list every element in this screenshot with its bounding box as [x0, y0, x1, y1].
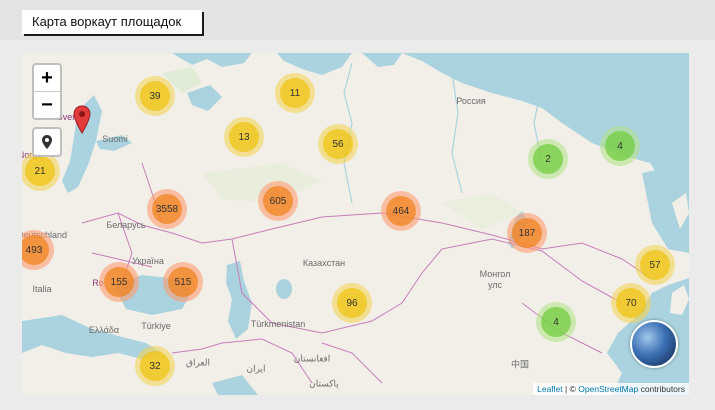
marker-cluster[interactable]: 187	[507, 213, 547, 253]
attribution-separator: | ©	[562, 384, 579, 394]
marker-cluster[interactable]: 155	[99, 262, 139, 302]
cluster-count: 4	[605, 131, 635, 161]
label-rossiya: Россия	[456, 96, 486, 106]
cluster-count: 3558	[152, 194, 182, 224]
marker-cluster[interactable]: 70	[611, 283, 651, 323]
cluster-count: 4	[541, 307, 571, 337]
label-ukraina: Україна	[132, 256, 164, 266]
marker-cluster[interactable]: 32	[135, 346, 175, 386]
marker-cluster[interactable]: 605	[258, 181, 298, 221]
cluster-count: 464	[386, 196, 416, 226]
label-suomi: Suomi	[102, 134, 128, 144]
label-turkiye: Türkiye	[141, 321, 171, 331]
cluster-count: 605	[263, 186, 293, 216]
marker-cluster[interactable]: 11	[275, 73, 315, 113]
marker-cluster[interactable]: 39	[135, 76, 175, 116]
marker-cluster[interactable]: 2	[528, 139, 568, 179]
page-title: Карта воркаут площадок	[22, 10, 202, 34]
marker-cluster[interactable]: 4	[600, 126, 640, 166]
cluster-count: 515	[168, 267, 198, 297]
label-mongol: Монгол	[479, 269, 511, 279]
label-belarus: Беларусь	[106, 220, 146, 230]
marker-cluster[interactable]: 56	[318, 124, 358, 164]
zoom-in-button[interactable]: +	[34, 65, 60, 91]
marker-cluster[interactable]: 515	[163, 262, 203, 302]
marker-cluster[interactable]: 96	[332, 283, 372, 323]
cluster-count: 2	[533, 144, 563, 174]
location-pin-icon	[42, 135, 52, 149]
marker-cluster[interactable]: 464	[381, 191, 421, 231]
marker-cluster[interactable]: 4	[536, 302, 576, 342]
openstreetmap-link[interactable]: OpenStreetMap	[578, 384, 638, 394]
label-zhongguo: 中国	[510, 359, 530, 370]
leaflet-link[interactable]: Leaflet	[537, 384, 563, 394]
map-attribution: Leaflet | © OpenStreetMap contributors	[533, 383, 689, 395]
cluster-count: 39	[140, 81, 170, 111]
map-view[interactable]: Россия Suomi Sverige Norge Беларусь Укра…	[22, 53, 689, 395]
map-pin-icon[interactable]	[73, 105, 91, 135]
cluster-count: 56	[323, 129, 353, 159]
cluster-count: 21	[25, 156, 55, 186]
label-italia: Italia	[32, 284, 52, 294]
satellite-globe-button[interactable]	[630, 320, 678, 368]
label-turkmenistan: Türkmenistan	[250, 319, 306, 329]
cluster-count: 11	[280, 78, 310, 108]
locate-button[interactable]	[32, 127, 62, 157]
cluster-count: 57	[640, 250, 670, 280]
zoom-control: + −	[32, 63, 62, 120]
zoom-out-button[interactable]: −	[34, 91, 60, 118]
cluster-count: 155	[104, 267, 134, 297]
label-iraq: العراق	[185, 357, 211, 368]
cluster-count: 493	[22, 235, 49, 265]
marker-cluster[interactable]: 13	[224, 117, 264, 157]
label-kazakhstan: Казахстан	[302, 258, 346, 268]
label-ellada: Ελλάδα	[88, 325, 120, 335]
cluster-count: 13	[229, 122, 259, 152]
cluster-count: 32	[140, 351, 170, 381]
cluster-count: 70	[616, 288, 646, 318]
label-afghanistan: افغانستان	[293, 353, 331, 364]
label-iran: ایران	[246, 363, 266, 374]
marker-cluster[interactable]: 57	[635, 245, 675, 285]
label-uls: улс	[487, 280, 503, 290]
cluster-count: 96	[337, 288, 367, 318]
label-pakistan: پاکستان	[309, 378, 339, 389]
cluster-count: 187	[512, 218, 542, 248]
attribution-contributors: contributors	[638, 384, 685, 394]
marker-cluster[interactable]: 3558	[147, 189, 187, 229]
